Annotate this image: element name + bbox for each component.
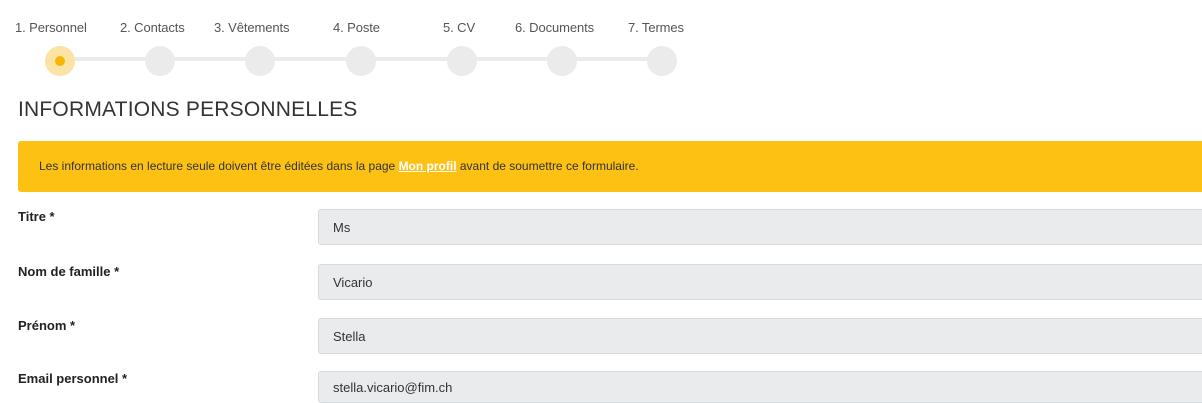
step-dot-documents[interactable] <box>547 46 577 76</box>
nom-de-famille-label: Nom de famille * <box>18 264 120 279</box>
step-label-poste[interactable]: 4. Poste <box>333 20 380 35</box>
prenom-field[interactable] <box>318 318 1202 354</box>
form-row-nom: Nom de famille * <box>0 264 1202 314</box>
step-dot-personnel[interactable] <box>45 46 75 76</box>
step-dot-contacts[interactable] <box>145 46 175 76</box>
nom-de-famille-field[interactable] <box>318 264 1202 300</box>
form-row-email: Email personnel * <box>0 371 1202 403</box>
prenom-label: Prénom * <box>18 318 76 333</box>
email-personnel-field[interactable] <box>318 371 1202 403</box>
step-dot-poste[interactable] <box>346 46 376 76</box>
step-label-personnel[interactable]: 1. Personnel <box>15 20 87 35</box>
form-row-prenom: Prénom * <box>0 318 1202 368</box>
titre-label: Titre * <box>18 209 55 224</box>
titre-field[interactable] <box>318 209 1202 245</box>
page-title: INFORMATIONS PERSONNELLES <box>18 98 358 121</box>
readonly-info-alert: Les informations en lecture seule doiven… <box>18 141 1202 192</box>
alert-text-before: Les informations en lecture seule doiven… <box>39 159 399 173</box>
step-label-vetements[interactable]: 3. Vêtements <box>214 20 290 35</box>
alert-text-after: avant de soumettre ce formulaire. <box>456 159 639 173</box>
mon-profil-link[interactable]: Mon profil <box>399 159 457 173</box>
step-label-documents[interactable]: 6. Documents <box>515 20 594 35</box>
step-label-contacts[interactable]: 2. Contacts <box>120 20 185 35</box>
email-personnel-label: Email personnel * <box>18 371 128 386</box>
form-row-titre: Titre * <box>0 209 1202 259</box>
step-dot-vetements[interactable] <box>245 46 275 76</box>
step-label-cv[interactable]: 5. CV <box>443 20 475 35</box>
step-dot-termes[interactable] <box>647 46 677 76</box>
step-dot-cv[interactable] <box>447 46 477 76</box>
step-label-termes[interactable]: 7. Termes <box>628 20 684 35</box>
step-wizard: 1. Personnel 2. Contacts 3. Vêtements 4.… <box>0 0 1202 90</box>
